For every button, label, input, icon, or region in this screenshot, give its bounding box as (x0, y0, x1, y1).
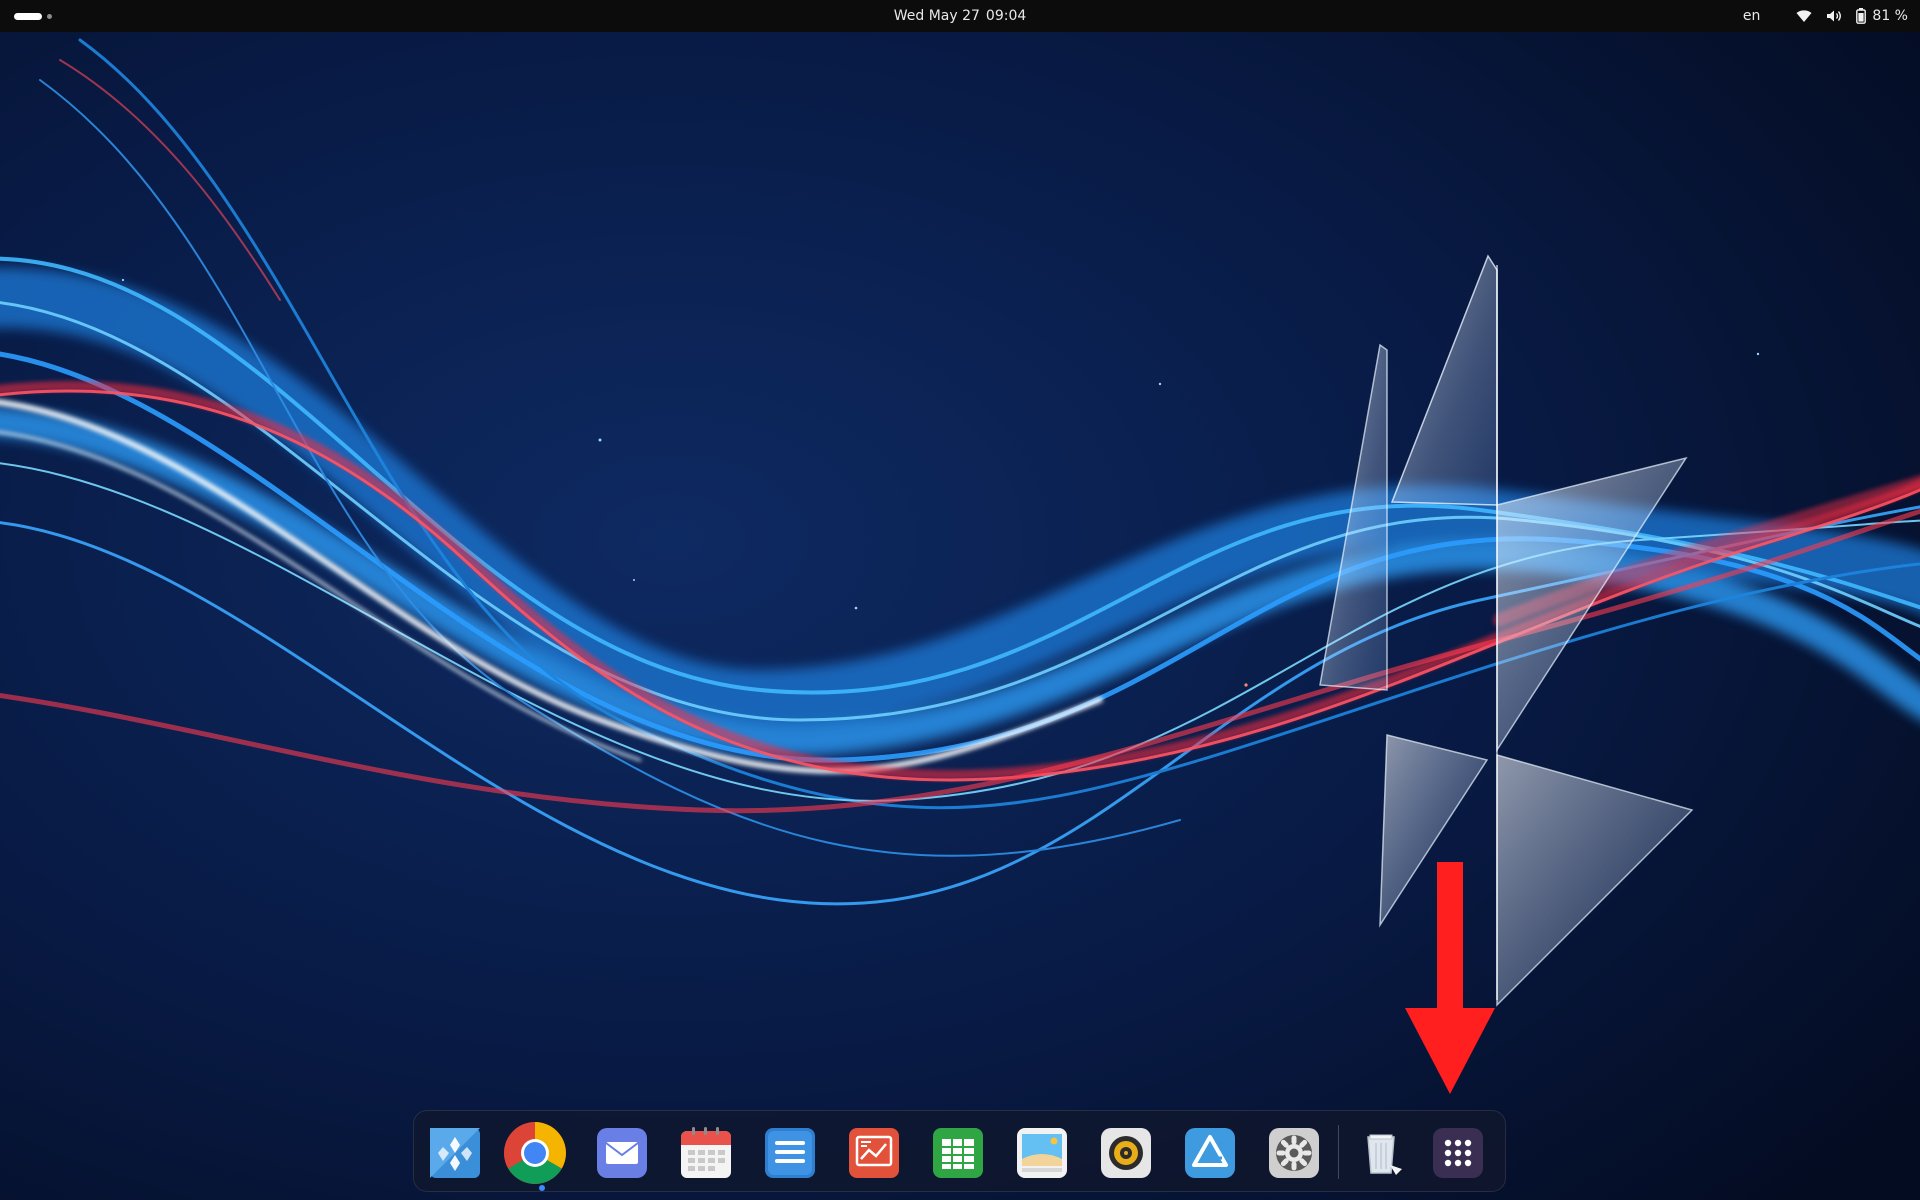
presentation-icon (849, 1128, 899, 1178)
annotation-arrow (1405, 862, 1495, 1094)
dock-text-editor[interactable] (762, 1125, 818, 1181)
battery-indicator[interactable]: 81 % (1856, 8, 1908, 24)
app-center-icon (430, 1128, 480, 1178)
wifi-icon[interactable] (1796, 9, 1812, 23)
date-label[interactable]: Wed May 27 (894, 8, 980, 24)
battery-percent: 81 % (1872, 8, 1908, 24)
dock-google-chrome[interactable] (503, 1121, 567, 1185)
time-label[interactable]: 09:04 (986, 8, 1026, 24)
dock-drive[interactable] (1182, 1125, 1238, 1181)
volume-icon[interactable] (1826, 9, 1842, 23)
system-tray[interactable]: en 81 % (1743, 0, 1908, 32)
dock-music-player[interactable] (1098, 1125, 1154, 1181)
chrome-icon (504, 1122, 566, 1184)
spreadsheet-icon (933, 1128, 983, 1178)
drive-triangle-icon (1185, 1128, 1235, 1178)
dock-separator (1338, 1125, 1339, 1179)
top-bar: Wed May 27 09:04 en 81 % (0, 0, 1920, 32)
dock-app-center[interactable] (427, 1125, 483, 1181)
workspace-indicator (47, 13, 52, 19)
dock-trash[interactable] (1354, 1125, 1410, 1181)
gear-icon (1269, 1128, 1319, 1178)
dock-calendar[interactable] (678, 1125, 734, 1181)
workspace-indicator-active (14, 12, 42, 20)
document-icon (765, 1128, 815, 1178)
input-language-indicator[interactable]: en (1743, 8, 1761, 24)
dock-settings[interactable] (1266, 1125, 1322, 1181)
date-time-menu[interactable]: Wed May 27 09:04 (0, 0, 1920, 32)
dock-spreadsheet[interactable] (930, 1125, 986, 1181)
dock-image-viewer[interactable] (1014, 1125, 1070, 1181)
image-icon (1017, 1128, 1067, 1178)
dock-presentation[interactable] (846, 1125, 902, 1181)
mail-icon (597, 1128, 647, 1178)
app-grid-icon (1433, 1128, 1483, 1178)
running-indicator (539, 1185, 545, 1191)
speaker-icon (1101, 1128, 1151, 1178)
show-applications-button[interactable] (1430, 1125, 1486, 1181)
dock (413, 1110, 1506, 1192)
dock-mail[interactable] (594, 1125, 650, 1181)
trash-icon (1367, 1134, 1402, 1175)
calendar-icon (681, 1127, 731, 1178)
battery-icon (1856, 8, 1867, 24)
desktop-wallpaper (0, 0, 1920, 1200)
activities-button[interactable] (14, 11, 58, 21)
